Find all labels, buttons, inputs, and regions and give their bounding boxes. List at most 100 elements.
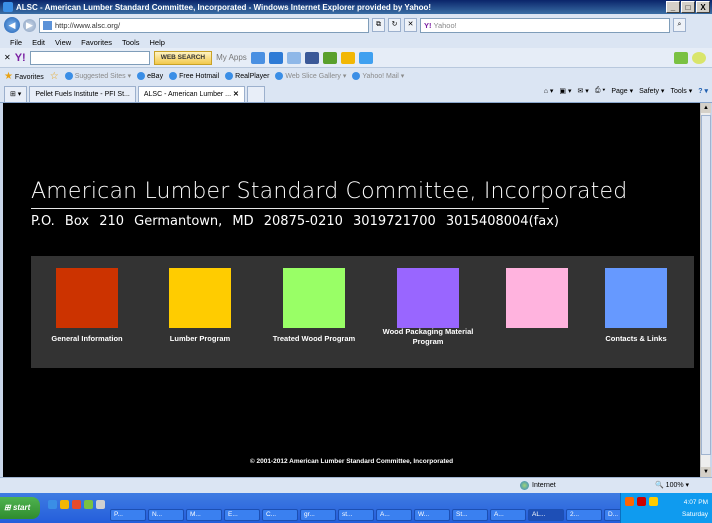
security-zone[interactable]: Internet [520,481,556,490]
scroll-down-icon[interactable]: ▼ [701,467,711,477]
taskbar-task[interactable]: st... [338,509,374,521]
taskbar-task[interactable]: 2... [566,509,602,521]
tools-menu[interactable]: Tools ▾ [670,87,692,95]
quicklaunch-media-icon[interactable] [72,500,81,509]
nav-contacts-links[interactable]: Contacts & Links [580,334,692,344]
fav-realplayer[interactable]: RealPlayer [225,72,269,80]
toolbar-mail-icon[interactable] [340,51,355,64]
wood-packaging-swatch[interactable] [397,268,459,328]
tray-icon[interactable] [637,497,646,506]
yahoo-logo-icon[interactable]: Y! [15,52,26,64]
forward-button[interactable]: ▶ [23,18,36,32]
menu-help[interactable]: Help [150,38,165,47]
pink-swatch[interactable] [506,268,568,328]
menu-favorites[interactable]: Favorites [81,38,112,47]
feeds-icon[interactable]: ▣ ▾ [559,87,571,95]
compatibility-button[interactable]: ⧉ [372,18,385,32]
back-button[interactable]: ◀ [4,17,20,33]
new-tab-button[interactable] [246,86,265,102]
menu-file[interactable]: File [10,38,22,47]
taskbar-task[interactable]: C... [262,509,298,521]
toolbar-facebook-icon[interactable] [304,51,319,64]
toolbar-close-icon[interactable]: ✕ [4,53,11,62]
nav-treated-wood-program[interactable]: Treated Wood Program [258,334,370,344]
taskbar-task[interactable]: W... [414,509,450,521]
stop-button[interactable]: ✕ [404,18,417,32]
windows-taskbar: ⊞ start P... N... M... E... C... gr... st... A.… [0,493,712,523]
vertical-scrollbar[interactable]: ▲ ▼ [700,103,711,477]
web-search-button[interactable]: WEB SEARCH [153,50,213,65]
taskbar-task[interactable]: St... [452,509,488,521]
taskbar-task[interactable]: P... [110,509,146,521]
refresh-button[interactable]: ↻ [388,18,401,32]
lumber-program-swatch[interactable] [169,268,231,328]
toolbar-add-icon[interactable] [674,51,688,64]
help-icon[interactable]: ? ▾ [698,87,708,95]
maximize-button[interactable]: □ [681,1,695,13]
treated-wood-program-swatch[interactable] [283,268,345,328]
my-apps-button[interactable]: My Apps [216,53,247,62]
tray-icon[interactable] [649,497,658,506]
toolbar-games-icon[interactable] [322,51,337,64]
taskbar-task[interactable]: M... [186,509,222,521]
fav-free-hotmail[interactable]: Free Hotmail [169,72,219,80]
fav-suggested-sites[interactable]: Suggested Sites ▾ [64,72,131,81]
fav-ebay[interactable]: eBay [137,72,163,80]
mail-icon[interactable]: ✉ ▾ [578,87,589,95]
safety-menu[interactable]: Safety ▾ [639,87,664,95]
start-button[interactable]: ⊞ start [0,497,40,519]
quicklaunch-ie-icon[interactable] [48,500,57,509]
home-icon[interactable]: ⌂ ▾ [544,87,554,95]
fav-yahoo-mail[interactable]: Yahoo! Mail ▾ [352,72,404,81]
quick-tabs-button[interactable]: ⊞ ▾ [4,86,28,102]
address-field[interactable]: http://www.alsc.org/ [39,17,369,33]
minimize-button[interactable]: _ [666,1,680,13]
toolbar-arrow-icon[interactable] [250,51,265,64]
address-row: ◀ ▶ http://www.alsc.org/ ⧉ ↻ ✕ Y! Yahoo!… [0,14,712,36]
taskbar-task[interactable]: E... [224,509,260,521]
general-information-swatch[interactable] [56,268,118,328]
address-url: http://www.alsc.org/ [55,20,121,30]
toolbar-settings-icon[interactable] [692,51,706,64]
tab-pellet-fuels[interactable]: Pellet Fuels Institute - PFI St... [29,86,136,102]
taskbar-task[interactable]: A... [376,509,412,521]
toolbar-search-input[interactable] [29,50,150,65]
taskbar-task[interactable]: gr... [300,509,336,521]
nav-general-information[interactable]: General Information [31,334,143,344]
fav-web-slice-gallery[interactable]: Web Slice Gallery ▾ [275,72,347,81]
taskbar-task[interactable]: N... [148,509,184,521]
page-menu[interactable]: Page ▾ [611,87,633,95]
tray-icon[interactable] [625,497,634,506]
toolbar-screen-icon[interactable] [268,51,283,64]
menu-view[interactable]: View [55,38,71,47]
toolbar-weather-icon[interactable] [358,51,373,64]
nav-panel: General Information Lumber Program Treat… [31,256,694,368]
search-go-button[interactable]: ⌕ [673,18,686,32]
ie-icon [275,72,284,81]
add-favorites-icon[interactable]: ☆ [50,71,59,82]
taskbar-task[interactable]: AL... [528,509,564,521]
menu-edit[interactable]: Edit [32,38,45,47]
scroll-thumb[interactable] [701,115,711,455]
site-address: P.O. Box 210 Germantown, MD 20875-0210 3… [31,214,559,229]
print-icon[interactable]: ⎙ ▾ [595,87,606,95]
tab-close-icon[interactable]: ✕ [233,91,239,98]
toolbar-cloud-icon[interactable] [286,51,301,64]
favorites-button[interactable]: ★ Favorites [4,71,44,82]
yahoo-search-field[interactable]: Y! Yahoo! [420,17,670,33]
tab-alsc[interactable]: ALSC - American Lumber ... ✕ [137,86,245,102]
ie-icon [3,2,13,12]
zoom-control[interactable]: 🔍 100% ▾ [655,481,689,489]
contacts-links-swatch[interactable] [605,268,667,328]
quicklaunch-app-icon[interactable] [96,500,105,509]
quicklaunch-outlook-icon[interactable] [60,500,69,509]
taskbar-task[interactable]: A... [490,509,526,521]
quicklaunch-desktop-icon[interactable] [84,500,93,509]
fav-label: Web Slice Gallery ▾ [285,72,347,80]
nav-lumber-program[interactable]: Lumber Program [144,334,256,344]
scroll-up-icon[interactable]: ▲ [701,103,711,113]
nav-wood-packaging-material-program[interactable]: Wood Packaging Material Program [372,327,484,347]
ie-icon [169,72,178,80]
menu-tools[interactable]: Tools [122,38,140,47]
close-button[interactable]: X [696,1,710,13]
